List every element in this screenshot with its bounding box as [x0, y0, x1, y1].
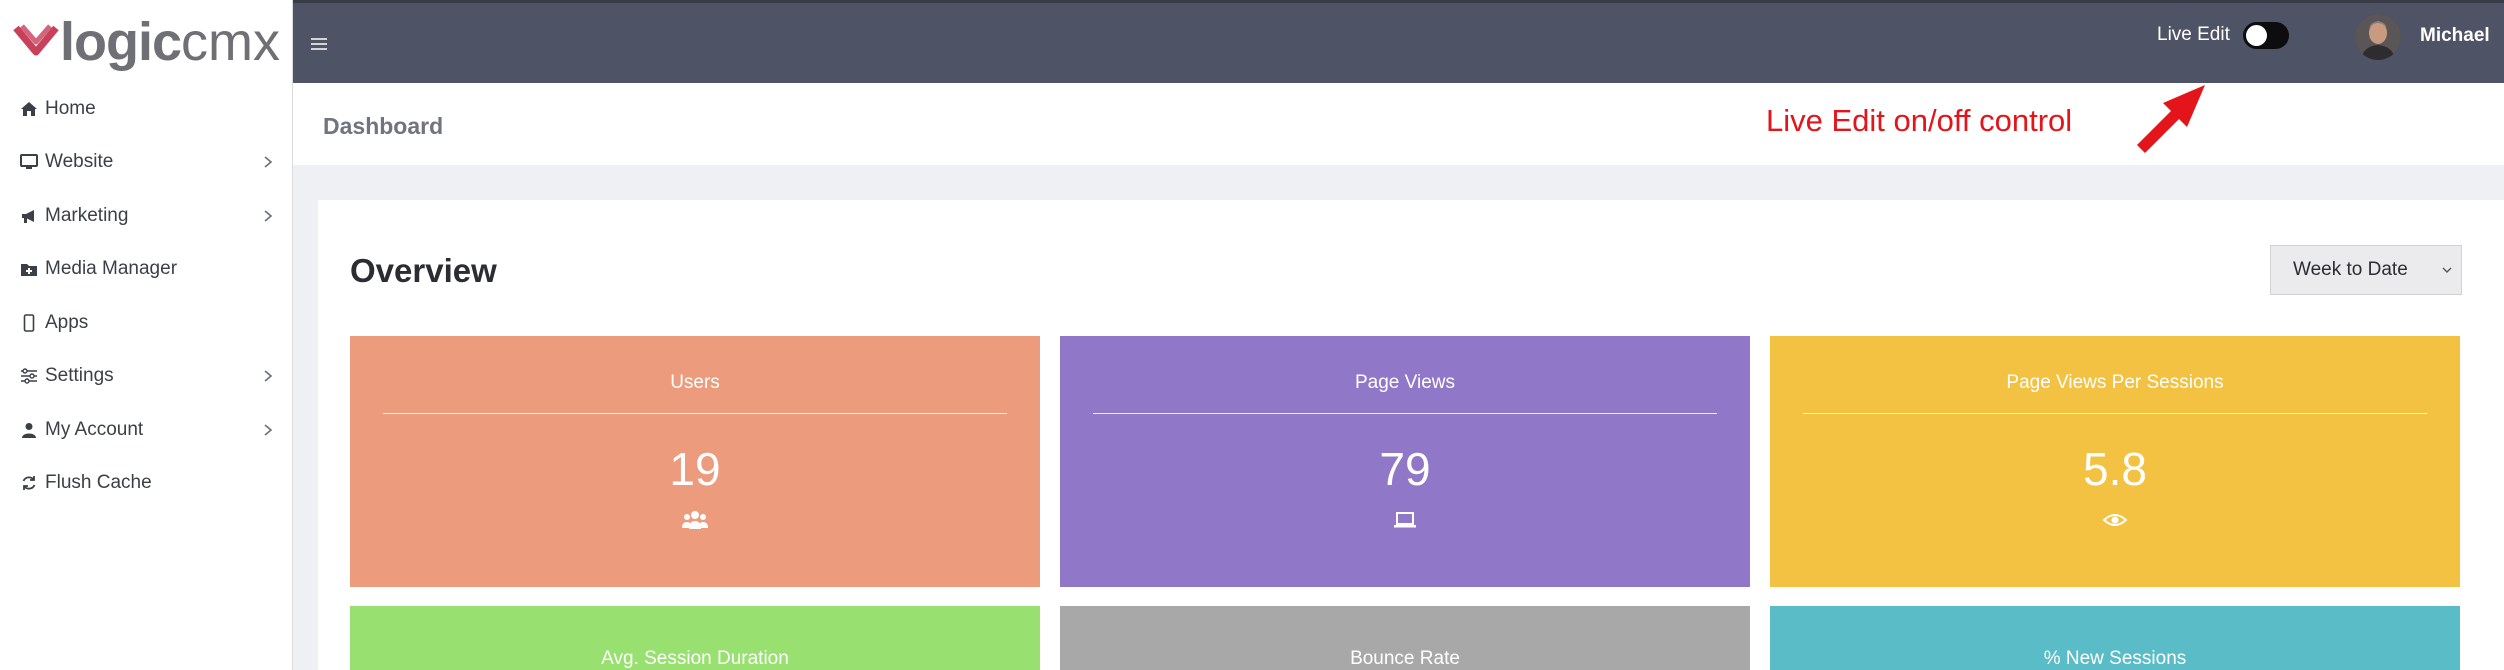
chevron-right-icon — [264, 210, 273, 222]
sidebar-item-flush-cache[interactable]: Flush Cache — [0, 457, 293, 511]
tile-value: 5.8 — [2083, 443, 2147, 495]
sidebar-item-label: Marketing — [45, 204, 129, 226]
sidebar-item-label: Settings — [45, 365, 114, 387]
tile-value: 19 — [669, 443, 721, 495]
sidebar-item-label: Media Manager — [45, 258, 178, 280]
home-icon — [19, 99, 39, 119]
sidebar-item-settings[interactable]: Settings — [0, 350, 293, 404]
sidebar-item-marketing[interactable]: Marketing — [0, 189, 293, 243]
stat-tile-page-views-per-sessions[interactable]: Page Views Per Sessions 5.8 — [1770, 336, 2460, 587]
logo[interactable]: logic cmx — [12, 12, 280, 72]
stat-tile-users[interactable]: Users 19 — [350, 336, 1040, 587]
chevron-right-icon — [264, 370, 273, 382]
date-range-value: Week to Date — [2293, 259, 2408, 280]
chevron-down-icon — [2442, 267, 2452, 273]
eye-icon — [2102, 514, 2128, 526]
tile-divider — [1093, 413, 1717, 414]
overview-card: Overview Week to Date Users 19 Page View… — [318, 200, 2504, 670]
page-title: Dashboard — [323, 113, 444, 139]
sidebar: logic cmx Home Website Marketing Media M… — [0, 0, 293, 670]
sidebar-item-label: Flush Cache — [45, 472, 152, 494]
sidebar-item-label: My Account — [45, 418, 144, 440]
sidebar-nav: Home Website Marketing Media Manager App… — [0, 82, 293, 510]
tile-title: Users — [670, 372, 720, 393]
annotation-arrow-icon — [2137, 85, 2205, 153]
chevron-right-icon — [264, 424, 273, 436]
sidebar-item-label: Home — [45, 97, 96, 119]
sidebar-item-home[interactable]: Home — [0, 82, 293, 136]
tile-title: Bounce Rate — [1350, 648, 1460, 669]
sliders-icon — [19, 366, 39, 386]
date-range-select[interactable]: Week to Date — [2270, 245, 2462, 295]
user-icon — [19, 420, 39, 440]
logo-chevron-icon — [13, 24, 59, 56]
tile-title: Avg. Session Duration — [601, 648, 789, 669]
tile-divider — [383, 413, 1007, 414]
sidebar-item-apps[interactable]: Apps — [0, 296, 293, 350]
chevron-right-icon — [264, 156, 273, 168]
users-icon — [682, 511, 708, 529]
logo-text-logic: logic — [60, 12, 182, 72]
annotation-text: Live Edit on/off control — [1766, 103, 2073, 138]
sidebar-item-media-manager[interactable]: Media Manager — [0, 243, 293, 297]
tile-divider — [1803, 413, 2427, 414]
refresh-icon — [19, 473, 39, 493]
stat-tile-bounce-rate[interactable]: Bounce Rate — [1060, 606, 1750, 670]
toggle-knob — [2246, 25, 2267, 46]
stat-tile-page-views[interactable]: Page Views 79 — [1060, 336, 1750, 587]
megaphone-icon — [19, 206, 39, 226]
folder-plus-icon — [19, 259, 39, 279]
sidebar-item-label: Website — [45, 151, 114, 173]
tile-title: % New Sessions — [2043, 648, 2187, 669]
overview-title: Overview — [350, 252, 497, 289]
tile-title: Page Views Per Sessions — [2006, 372, 2224, 393]
mobile-icon — [19, 313, 39, 333]
avatar[interactable] — [2355, 14, 2401, 60]
sidebar-item-website[interactable]: Website — [0, 136, 293, 190]
stat-tile-new-sessions[interactable]: % New Sessions — [1770, 606, 2460, 670]
user-name[interactable]: Michael — [2420, 25, 2490, 47]
sidebar-item-label: Apps — [45, 311, 89, 333]
sidebar-item-my-account[interactable]: My Account — [0, 403, 293, 457]
page-header: Dashboard Live Edit on/off control — [293, 83, 2504, 165]
hamburger-menu-icon[interactable] — [311, 31, 327, 57]
laptop-icon — [1394, 512, 1416, 528]
tile-title: Page Views — [1355, 372, 1455, 393]
logo-text-cmx: cmx — [181, 12, 280, 72]
monitor-icon — [19, 152, 39, 172]
live-edit-label: Live Edit — [2157, 24, 2230, 45]
stat-tile-avg-session-duration[interactable]: Avg. Session Duration — [350, 606, 1040, 670]
tile-value: 79 — [1379, 443, 1431, 495]
live-edit-toggle[interactable] — [2243, 22, 2289, 49]
